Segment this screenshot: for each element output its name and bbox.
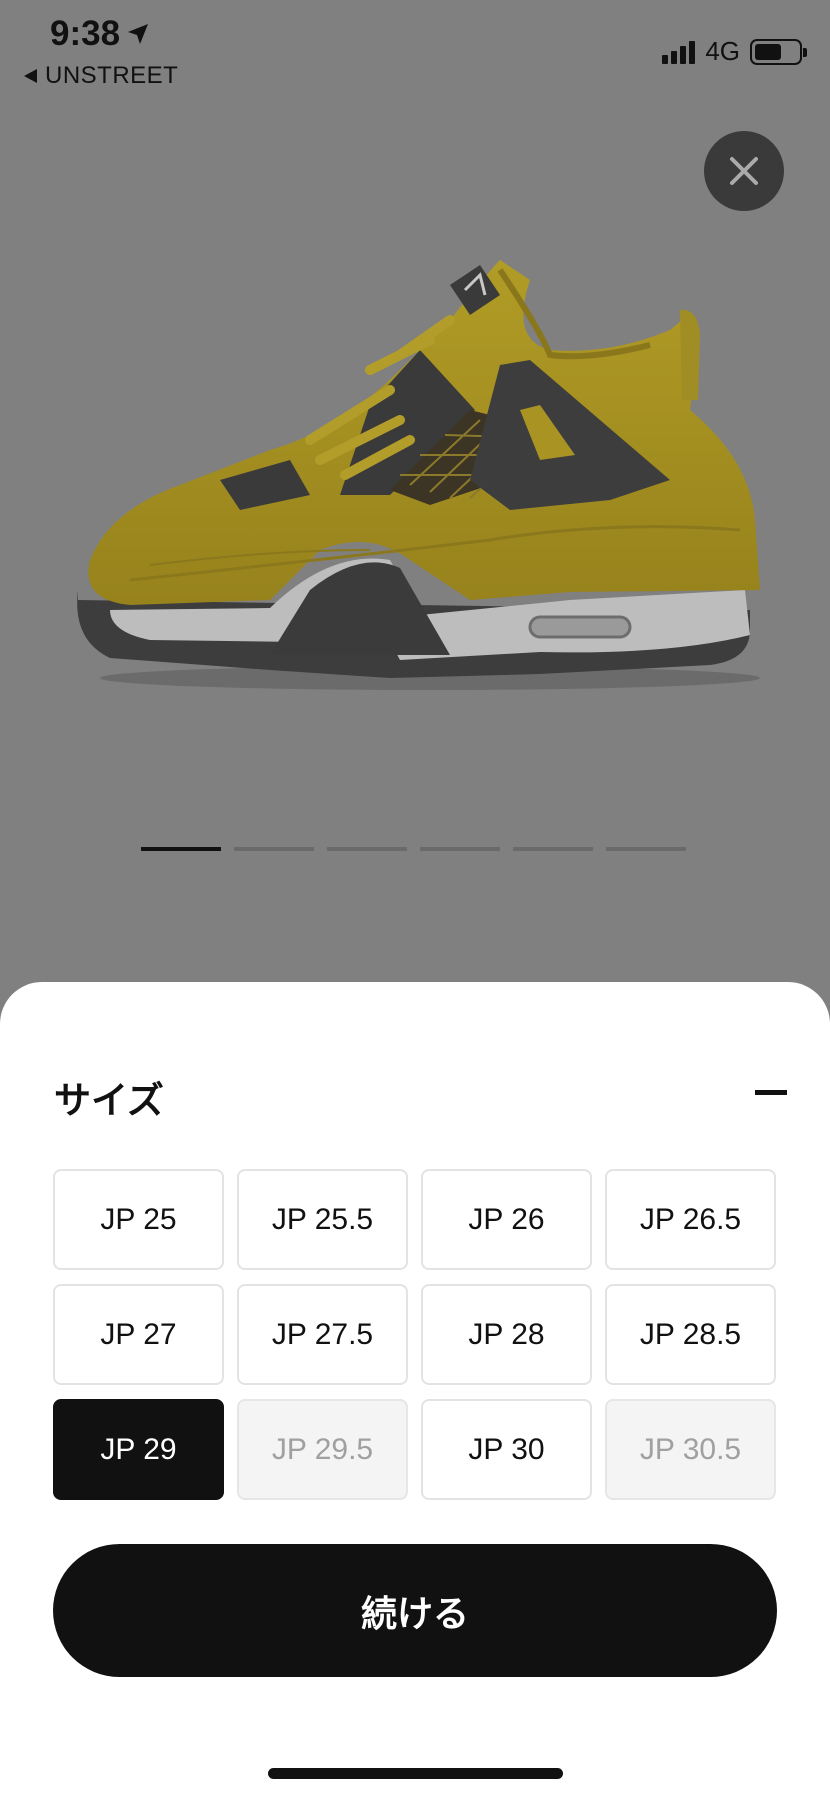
battery-fill bbox=[755, 43, 782, 60]
status-indicators: 4G bbox=[662, 36, 807, 67]
size-grid: JP 25 JP 25.5 JP 26 JP 26.5 JP 27 JP 27.… bbox=[53, 1169, 776, 1500]
size-option[interactable]: JP 28.5 bbox=[605, 1284, 776, 1385]
size-option[interactable]: JP 28 bbox=[421, 1284, 592, 1385]
status-bar: 9:38 UNSTREET 4G bbox=[0, 0, 830, 95]
size-bottom-sheet: サイズ JP 25 JP 25.5 JP 26 JP 26.5 JP 27 JP… bbox=[0, 982, 830, 1797]
image-carousel-indicator bbox=[141, 847, 686, 851]
battery-icon bbox=[750, 38, 807, 65]
size-option-selected[interactable]: JP 29 bbox=[53, 1399, 224, 1500]
carousel-dot[interactable] bbox=[234, 847, 314, 851]
size-option[interactable]: JP 25 bbox=[53, 1169, 224, 1270]
size-option-unavailable[interactable]: JP 29.5 bbox=[237, 1399, 408, 1500]
continue-button[interactable]: 続ける bbox=[53, 1544, 777, 1677]
back-triangle-icon bbox=[24, 69, 37, 83]
size-option[interactable]: JP 25.5 bbox=[237, 1169, 408, 1270]
status-time: 9:38 bbox=[50, 14, 150, 54]
back-app-label: UNSTREET bbox=[45, 62, 179, 89]
close-icon bbox=[730, 157, 758, 185]
carousel-dot[interactable] bbox=[420, 847, 500, 851]
sheet-title: サイズ bbox=[54, 1079, 164, 1122]
collapse-minus-icon[interactable] bbox=[755, 1090, 787, 1095]
size-option-unavailable[interactable]: JP 30.5 bbox=[605, 1399, 776, 1500]
carousel-dot[interactable] bbox=[513, 847, 593, 851]
back-to-app-link[interactable]: UNSTREET bbox=[24, 62, 178, 90]
size-option[interactable]: JP 26.5 bbox=[605, 1169, 776, 1270]
carousel-dot[interactable] bbox=[606, 847, 686, 851]
size-option[interactable]: JP 26 bbox=[421, 1169, 592, 1270]
carousel-dot[interactable] bbox=[141, 847, 221, 851]
size-option[interactable]: JP 27.5 bbox=[237, 1284, 408, 1385]
home-indicator[interactable] bbox=[268, 1768, 563, 1779]
cellular-signal-icon bbox=[662, 40, 696, 64]
product-image[interactable] bbox=[70, 260, 760, 700]
size-option[interactable]: JP 27 bbox=[53, 1284, 224, 1385]
network-type: 4G bbox=[705, 36, 740, 66]
close-button[interactable] bbox=[704, 131, 784, 211]
location-arrow-icon bbox=[128, 24, 149, 44]
size-option[interactable]: JP 30 bbox=[421, 1399, 592, 1500]
carousel-dot[interactable] bbox=[327, 847, 407, 851]
time-label: 9:38 bbox=[50, 14, 121, 53]
